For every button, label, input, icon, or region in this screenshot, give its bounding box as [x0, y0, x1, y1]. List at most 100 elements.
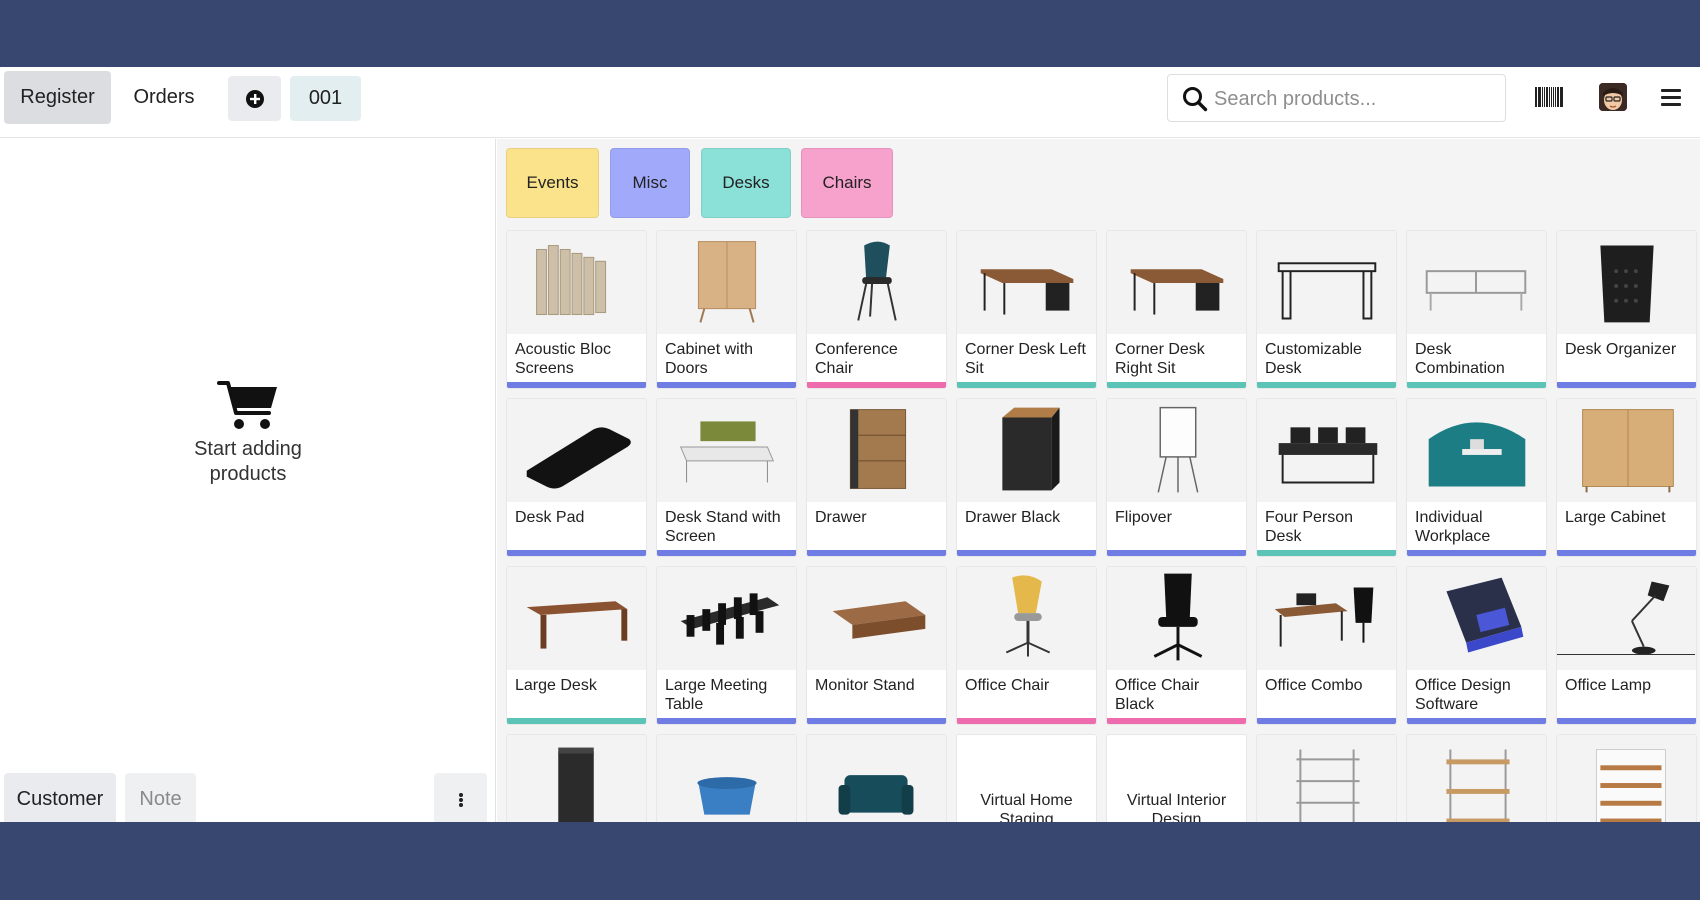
product-name: Desk Organizer	[1565, 341, 1677, 358]
product-card[interactable]: Corner Desk Right Sit	[1106, 230, 1247, 389]
product-name: Desk Pad	[515, 509, 585, 526]
product-card[interactable]: Large Cabinet	[1556, 398, 1697, 557]
category-chairs[interactable]: Chairs	[801, 148, 893, 218]
product-card[interactable]: Flipover	[1106, 398, 1247, 557]
category-desks[interactable]: Desks	[701, 148, 791, 218]
product-card[interactable]: Office Lamp	[1556, 566, 1697, 725]
order-panel: Start adding products Customer Note	[0, 139, 496, 822]
product-image	[807, 399, 946, 502]
product-name: Corner Desk Right Sit	[1115, 341, 1205, 377]
product-name: Acoustic Bloc Screens	[515, 341, 612, 377]
product-card[interactable]: Virtual Interior Design	[1106, 734, 1247, 822]
product-image	[1407, 735, 1546, 822]
product-card[interactable]: Acoustic Bloc Screens	[506, 230, 647, 389]
product-card[interactable]: Cabinet with Doors	[656, 230, 797, 389]
product-name: Large Meeting Table	[665, 677, 768, 713]
product-card[interactable]	[656, 734, 797, 822]
product-card[interactable]: Office Chair Black	[1106, 566, 1247, 725]
orders-tab[interactable]: Orders	[115, 71, 213, 124]
product-image	[657, 399, 796, 502]
product-card[interactable]: Drawer Black	[956, 398, 1097, 557]
product-image	[1257, 399, 1396, 502]
category-color-bar	[957, 550, 1096, 556]
pos-app: Register Orders 001 Search products... S…	[0, 67, 1700, 822]
category-color-bar	[507, 382, 646, 388]
product-card[interactable]: Desk Pad	[506, 398, 647, 557]
product-card[interactable]: Desk Stand with Screen	[656, 398, 797, 557]
product-card[interactable]	[1556, 734, 1697, 822]
product-image	[807, 735, 946, 822]
search-bar[interactable]	[1167, 74, 1506, 122]
category-color-bar	[1257, 382, 1396, 388]
search-input[interactable]	[1214, 83, 1494, 115]
product-image	[1407, 231, 1546, 334]
category-color-bar	[1557, 718, 1696, 724]
product-image	[1257, 567, 1396, 670]
product-card[interactable]: Desk Combination	[1406, 230, 1547, 389]
product-name: Drawer	[815, 509, 867, 526]
product-name: Desk Stand with Screen	[665, 509, 781, 545]
category-color-bar	[657, 718, 796, 724]
new-order-button[interactable]	[228, 76, 281, 121]
product-image	[1407, 567, 1546, 670]
product-card[interactable]: Large Desk	[506, 566, 647, 725]
category-color-bar	[1407, 382, 1546, 388]
product-name: Desk Combination	[1415, 341, 1505, 377]
user-avatar[interactable]	[1599, 83, 1627, 111]
product-card[interactable]: Drawer	[806, 398, 947, 557]
barcode-icon[interactable]	[1535, 87, 1563, 107]
product-card[interactable]: Conference Chair	[806, 230, 947, 389]
product-card[interactable]: Large Meeting Table	[656, 566, 797, 725]
product-name: Conference Chair	[815, 341, 898, 377]
product-card[interactable]: Four Person Desk	[1256, 398, 1397, 557]
product-name: Large Cabinet	[1565, 509, 1666, 526]
note-button[interactable]: Note	[125, 773, 196, 822]
product-card[interactable]: Monitor Stand	[806, 566, 947, 725]
product-image	[1557, 231, 1696, 334]
product-card[interactable]: Customizable Desk	[1256, 230, 1397, 389]
product-name: Cabinet with Doors	[665, 341, 754, 377]
product-image	[657, 735, 796, 822]
product-card[interactable]	[1406, 734, 1547, 822]
product-name: Individual Workplace	[1415, 509, 1491, 545]
product-name: Office Design Software	[1415, 677, 1511, 713]
product-card[interactable]: Individual Workplace	[1406, 398, 1547, 557]
product-card[interactable]: Office Chair	[956, 566, 1097, 725]
vertical-dots-icon	[458, 792, 463, 808]
product-card[interactable]	[806, 734, 947, 822]
product-card[interactable]: Office Design Software	[1406, 566, 1547, 725]
empty-cart-text: Start adding products	[194, 438, 302, 485]
product-image	[507, 399, 646, 502]
product-name: Monitor Stand	[815, 677, 915, 694]
order-number-tab[interactable]: 001	[290, 76, 361, 121]
product-image	[1557, 399, 1696, 502]
category-color-bar	[1557, 550, 1696, 556]
product-name: Drawer Black	[965, 509, 1061, 526]
category-color-bar	[807, 718, 946, 724]
product-image	[1107, 399, 1246, 502]
product-image	[657, 231, 796, 334]
product-image	[1257, 231, 1396, 334]
product-card[interactable]	[506, 734, 647, 822]
product-image	[507, 231, 646, 334]
register-tab[interactable]: Register	[4, 71, 111, 124]
search-icon	[1183, 87, 1208, 112]
category-events[interactable]: Events	[506, 148, 599, 218]
product-card[interactable]: Desk Organizer	[1556, 230, 1697, 389]
category-color-bar	[807, 550, 946, 556]
category-color-bar	[1257, 550, 1396, 556]
more-actions-button[interactable]	[434, 773, 487, 822]
product-card[interactable]: Corner Desk Left Sit	[956, 230, 1097, 389]
product-image	[1557, 567, 1696, 670]
product-image	[507, 735, 646, 822]
top-navbar: Register Orders 001	[0, 67, 1700, 138]
category-color-bar	[1107, 382, 1246, 388]
category-color-bar	[1407, 718, 1546, 724]
customer-button[interactable]: Customer	[4, 773, 116, 822]
category-misc[interactable]: Misc	[610, 148, 690, 218]
product-card[interactable]: Virtual Home Staging	[956, 734, 1097, 822]
product-card[interactable]	[1256, 734, 1397, 822]
product-image	[1107, 567, 1246, 670]
product-card[interactable]: Office Combo	[1256, 566, 1397, 725]
hamburger-menu-icon[interactable]	[1661, 89, 1681, 106]
